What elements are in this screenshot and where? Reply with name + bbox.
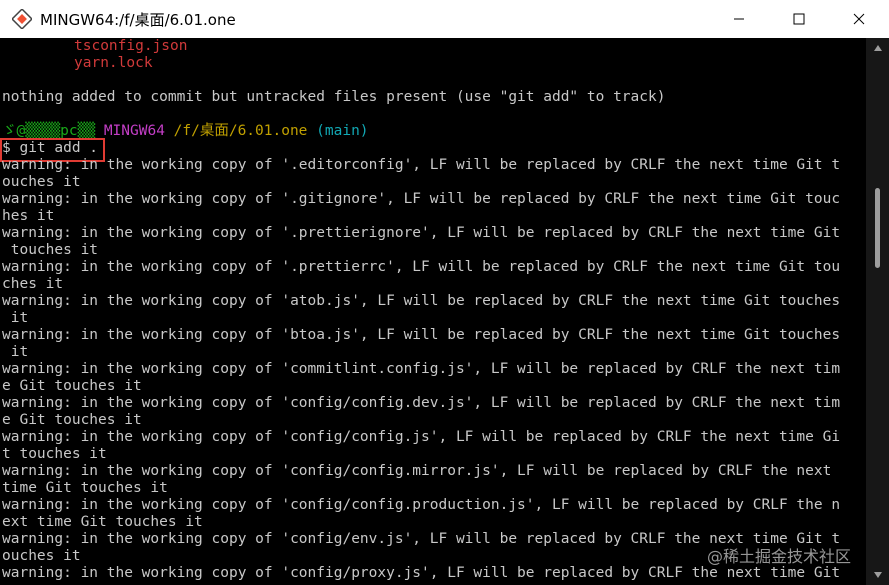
prompt-branch: (main) xyxy=(316,123,369,139)
prompt-shell: MINGW64 xyxy=(103,123,165,139)
chevron-down-icon xyxy=(873,572,882,578)
scroll-up-button[interactable] xyxy=(866,38,889,58)
output-line: warning: in the working copy of '.pretti… xyxy=(2,225,841,241)
output-line: ches it xyxy=(2,276,64,292)
git-bash-icon xyxy=(12,9,32,29)
prompt-path: /f/桌面/6.01.one xyxy=(173,123,308,139)
output-line: warning: in the working copy of '.editor… xyxy=(2,157,841,173)
maximize-icon xyxy=(793,13,805,25)
output-line: ouches it xyxy=(2,174,81,190)
output-line: it xyxy=(2,344,29,360)
scrollbar[interactable] xyxy=(866,38,889,585)
title-bar[interactable]: MINGW64:/f/桌面/6.01.one xyxy=(0,0,889,38)
chevron-up-icon xyxy=(873,45,882,51)
output-line: ext time Git touches it xyxy=(2,514,203,530)
window-controls xyxy=(709,0,889,38)
output-line: warning: in the working copy of 'atob.js… xyxy=(2,293,841,309)
prompt-user-host: ゞ@▒▒▒▒pc▒▒ xyxy=(2,123,96,139)
scroll-down-button[interactable] xyxy=(866,565,889,585)
output-line: hes it xyxy=(2,208,55,224)
output-line: warning: in the working copy of 'config/… xyxy=(2,429,841,445)
output-line: warning: in the working copy of '.pretti… xyxy=(2,259,841,275)
output-line: warning: in the working copy of '.gitign… xyxy=(2,191,841,207)
output-line: ouches it xyxy=(2,548,81,564)
output-line: e Git touches it xyxy=(2,412,142,428)
minimize-icon xyxy=(734,18,744,20)
status-message: nothing added to commit but untracked fi… xyxy=(2,89,666,105)
output-line: touches it xyxy=(2,242,99,258)
output-line: warning: in the working copy of 'btoa.js… xyxy=(2,327,841,343)
close-icon xyxy=(853,13,865,25)
minimize-button[interactable] xyxy=(709,0,769,38)
output-line: warning: in the working copy of 'config/… xyxy=(2,565,841,581)
untracked-file: tsconfig.json xyxy=(74,38,188,54)
close-button[interactable] xyxy=(829,0,889,38)
scrollbar-thumb[interactable] xyxy=(875,188,880,268)
output-line: e Git touches it xyxy=(2,378,142,394)
maximize-button[interactable] xyxy=(769,0,829,38)
terminal-window: MINGW64:/f/桌面/6.01.one tsconfig.json yar… xyxy=(0,0,889,585)
output-line: warning: in the working copy of 'commitl… xyxy=(2,361,841,377)
output-line: warning: in the working copy of 'config/… xyxy=(2,395,841,411)
output-line: warning: in the working copy of 'config/… xyxy=(2,463,832,479)
window-title: MINGW64:/f/桌面/6.01.one xyxy=(40,10,236,29)
watermark: @稀土掘金技术社区 xyxy=(707,547,852,566)
output-line: time Git touches it xyxy=(2,480,168,496)
untracked-file: yarn.lock xyxy=(74,55,153,71)
terminal-output[interactable]: tsconfig.json yarn.lock nothing added to… xyxy=(0,38,866,585)
output-line: warning: in the working copy of 'config/… xyxy=(2,497,841,513)
output-line: t touches it xyxy=(2,446,107,462)
output-line: it xyxy=(2,310,29,326)
